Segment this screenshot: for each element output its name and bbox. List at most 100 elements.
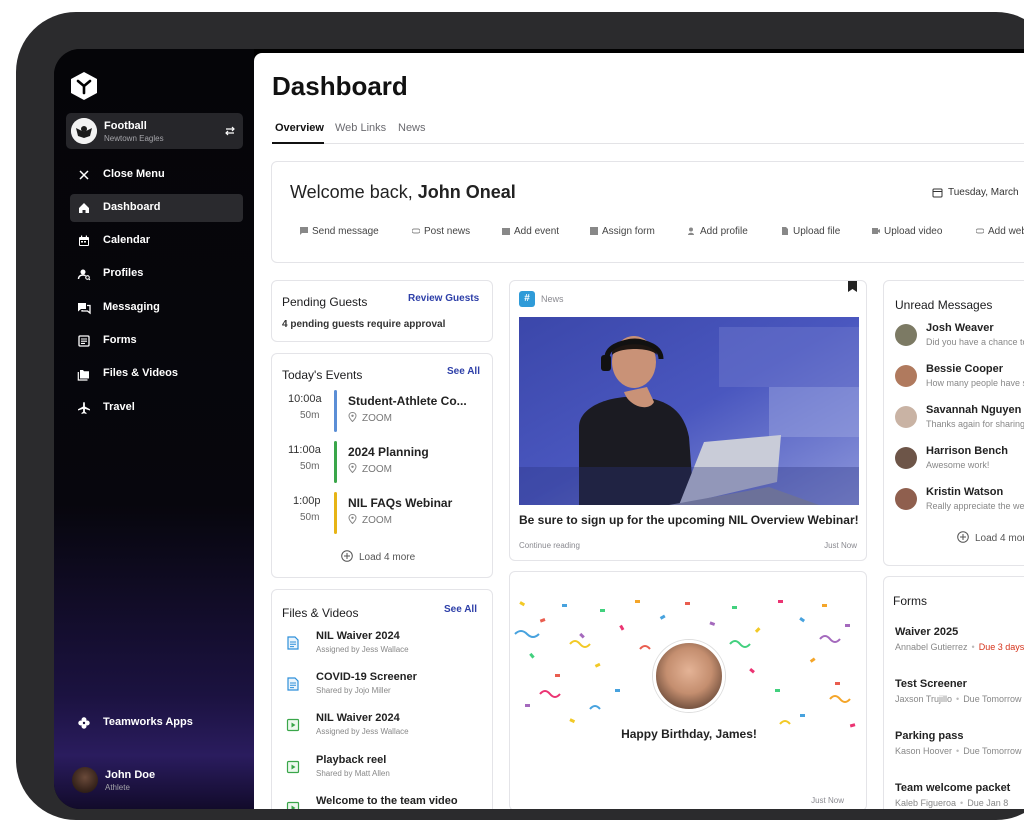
review-guests-link[interactable]: Review Guests <box>408 293 479 304</box>
form-meta: Kaleb Figueroa • Due Jan 8 <box>895 798 1009 808</box>
sidebar-item-dashboard[interactable]: Dashboard <box>70 194 243 222</box>
message-preview: Did you have a chance to r <box>926 337 1024 347</box>
upload-file-button[interactable]: Upload file <box>781 226 840 237</box>
add-profile-button[interactable]: Add profile <box>688 226 748 237</box>
plus-circle-icon <box>341 550 353 562</box>
load-more-events-button[interactable]: Load 4 more <box>341 550 415 563</box>
file-meta: Shared by Jojo Miller <box>316 686 391 695</box>
event-item[interactable]: 10:00a 50m Student-Athlete Co... ZOOM <box>282 390 487 435</box>
calendar-icon <box>932 188 943 198</box>
message-item[interactable]: Josh Weaver Did you have a chance to r <box>895 322 1024 358</box>
message-preview: Awesome work! <box>926 460 990 470</box>
message-preview: Really appreciate the webi <box>926 501 1024 511</box>
file-item[interactable]: NIL Waiver 2024 Assigned by Jess Wallace <box>286 630 486 666</box>
sidebar-item-close-menu[interactable]: Close Menu <box>70 161 243 189</box>
location-pin-icon <box>348 463 357 473</box>
welcome-card: Welcome back, John Oneal Tuesday, March … <box>271 161 1024 263</box>
news-tag: News <box>541 294 564 304</box>
upload-video-button[interactable]: Upload video <box>872 226 942 237</box>
form-meta: Kason Hoover • Due Tomorrow <box>895 746 1022 756</box>
sidebar-item-travel[interactable]: Travel <box>70 394 243 422</box>
message-preview: Thanks again for sharing th <box>926 419 1024 429</box>
action-label: Post news <box>424 226 471 237</box>
avatar <box>895 447 917 469</box>
message-item[interactable]: Savannah Nguyen Thanks again for sharing… <box>895 404 1024 440</box>
tab-bar: Overview Web Links News <box>272 116 1024 144</box>
file-name: Playback reel <box>316 754 387 766</box>
file-icon <box>782 227 788 235</box>
message-item[interactable]: Bessie Cooper How many people have sig <box>895 363 1024 399</box>
form-item[interactable]: Waiver 2025 Annabel Gutierrez • Due 3 days… <box>895 626 1024 666</box>
event-item[interactable]: 11:00a 50m 2024 Planning ZOOM <box>282 441 487 486</box>
event-location: ZOOM <box>348 514 392 526</box>
welcome-message: Welcome back, John Oneal <box>290 182 516 203</box>
event-location: ZOOM <box>348 463 392 475</box>
sidebar-item-profiles[interactable]: Profiles <box>70 260 243 288</box>
tab-news[interactable]: News <box>398 122 426 134</box>
swap-icon <box>225 126 235 136</box>
action-label: Add webli <box>988 226 1024 237</box>
see-all-files-link[interactable]: See All <box>444 604 477 615</box>
action-label: Add profile <box>700 226 748 237</box>
sidebar-item-files-videos[interactable]: Files & Videos <box>70 360 243 388</box>
team-switcher[interactable]: Football Newtown Eagles <box>66 113 243 149</box>
avatar <box>895 324 917 346</box>
video-icon <box>872 228 880 234</box>
message-sender: Bessie Cooper <box>926 363 1004 375</box>
user-role: Athlete <box>105 783 130 792</box>
file-item[interactable]: Welcome to the team video <box>286 795 486 809</box>
sidebar-item-forms[interactable]: Forms <box>70 327 243 355</box>
post-news-button[interactable]: Post news <box>412 226 470 237</box>
message-item[interactable]: Harrison Bench Awesome work! <box>895 445 1024 481</box>
news-timestamp: Just Now <box>824 541 857 550</box>
continue-reading-link[interactable]: Continue reading <box>519 541 580 550</box>
see-all-events-link[interactable]: See All <box>447 366 480 377</box>
form-item[interactable]: Test Screener Jaxson Trujillo • Due Tomorr… <box>895 678 1024 718</box>
current-date: Tuesday, March <box>948 187 1019 198</box>
user-profile[interactable]: John Doe Athlete <box>70 765 243 795</box>
add-event-button[interactable]: Add event <box>502 226 559 237</box>
pending-guests-summary: 4 pending guests require approval <box>282 319 446 330</box>
event-location-text: ZOOM <box>362 464 392 475</box>
link-icon <box>976 228 984 234</box>
folder-icon <box>77 370 89 381</box>
event-duration: 50m <box>300 461 320 472</box>
birthday-message: Happy Birthday, James! <box>621 727 757 741</box>
tab-web-links[interactable]: Web Links <box>335 122 386 134</box>
event-item[interactable]: 1:00p 50m NIL FAQs Webinar ZOOM <box>282 492 487 537</box>
file-item[interactable]: COVID-19 Screener Shared by Jojo Miller <box>286 671 486 707</box>
form-name: Waiver 2025 <box>895 626 959 638</box>
form-item[interactable]: Team welcome packet Kaleb Figueroa • Due J… <box>895 782 1024 809</box>
sidebar-item-label: Profiles <box>103 267 144 279</box>
form-due-date: Due 3 days a <box>978 642 1024 652</box>
message-item[interactable]: Kristin Watson Really appreciate the web… <box>895 486 1024 522</box>
action-label: Upload file <box>793 226 841 237</box>
team-name: Football <box>104 120 147 132</box>
bookmark-icon[interactable] <box>848 281 857 292</box>
message-preview: How many people have sig <box>926 378 1024 388</box>
sidebar-item-calendar[interactable]: Calendar <box>70 227 243 255</box>
teamworks-logo-icon[interactable] <box>69 71 99 101</box>
tab-overview[interactable]: Overview <box>275 122 324 134</box>
form-due-date: Due Tomorrow <box>963 694 1022 704</box>
location-pin-icon <box>348 514 357 524</box>
teamworks-apps-button[interactable]: Teamworks Apps <box>70 709 243 737</box>
sidebar-item-messaging[interactable]: Messaging <box>70 294 243 322</box>
user-name: John Doe <box>105 769 156 781</box>
news-card[interactable]: # News Be sure to sign up for the upcomi… <box>509 280 867 561</box>
video-icon <box>286 801 300 809</box>
action-label: Send message <box>312 226 379 237</box>
assign-form-button[interactable]: Assign form <box>590 226 655 237</box>
file-item[interactable]: NIL Waiver 2024 Assigned by Jess Wallace <box>286 712 486 748</box>
birthday-card[interactable]: Happy Birthday, James! Just Now <box>509 571 867 809</box>
file-item[interactable]: Playback reel Shared by Matt Allen <box>286 754 486 790</box>
apps-flower-icon <box>78 717 90 729</box>
load-more-messages-button[interactable]: Load 4 more <box>957 531 1024 544</box>
form-item[interactable]: Parking pass Kason Hoover • Due Tomorrow <box>895 730 1024 770</box>
todays-events-card: Today's Events See All 10:00a 50m Studen… <box>271 353 493 578</box>
add-weblink-button[interactable]: Add webli <box>976 226 1024 237</box>
team-logo-avatar <box>71 118 97 144</box>
active-tab-indicator <box>272 142 324 144</box>
file-name: Welcome to the team video <box>316 795 458 807</box>
send-message-button[interactable]: Send message <box>300 226 379 237</box>
